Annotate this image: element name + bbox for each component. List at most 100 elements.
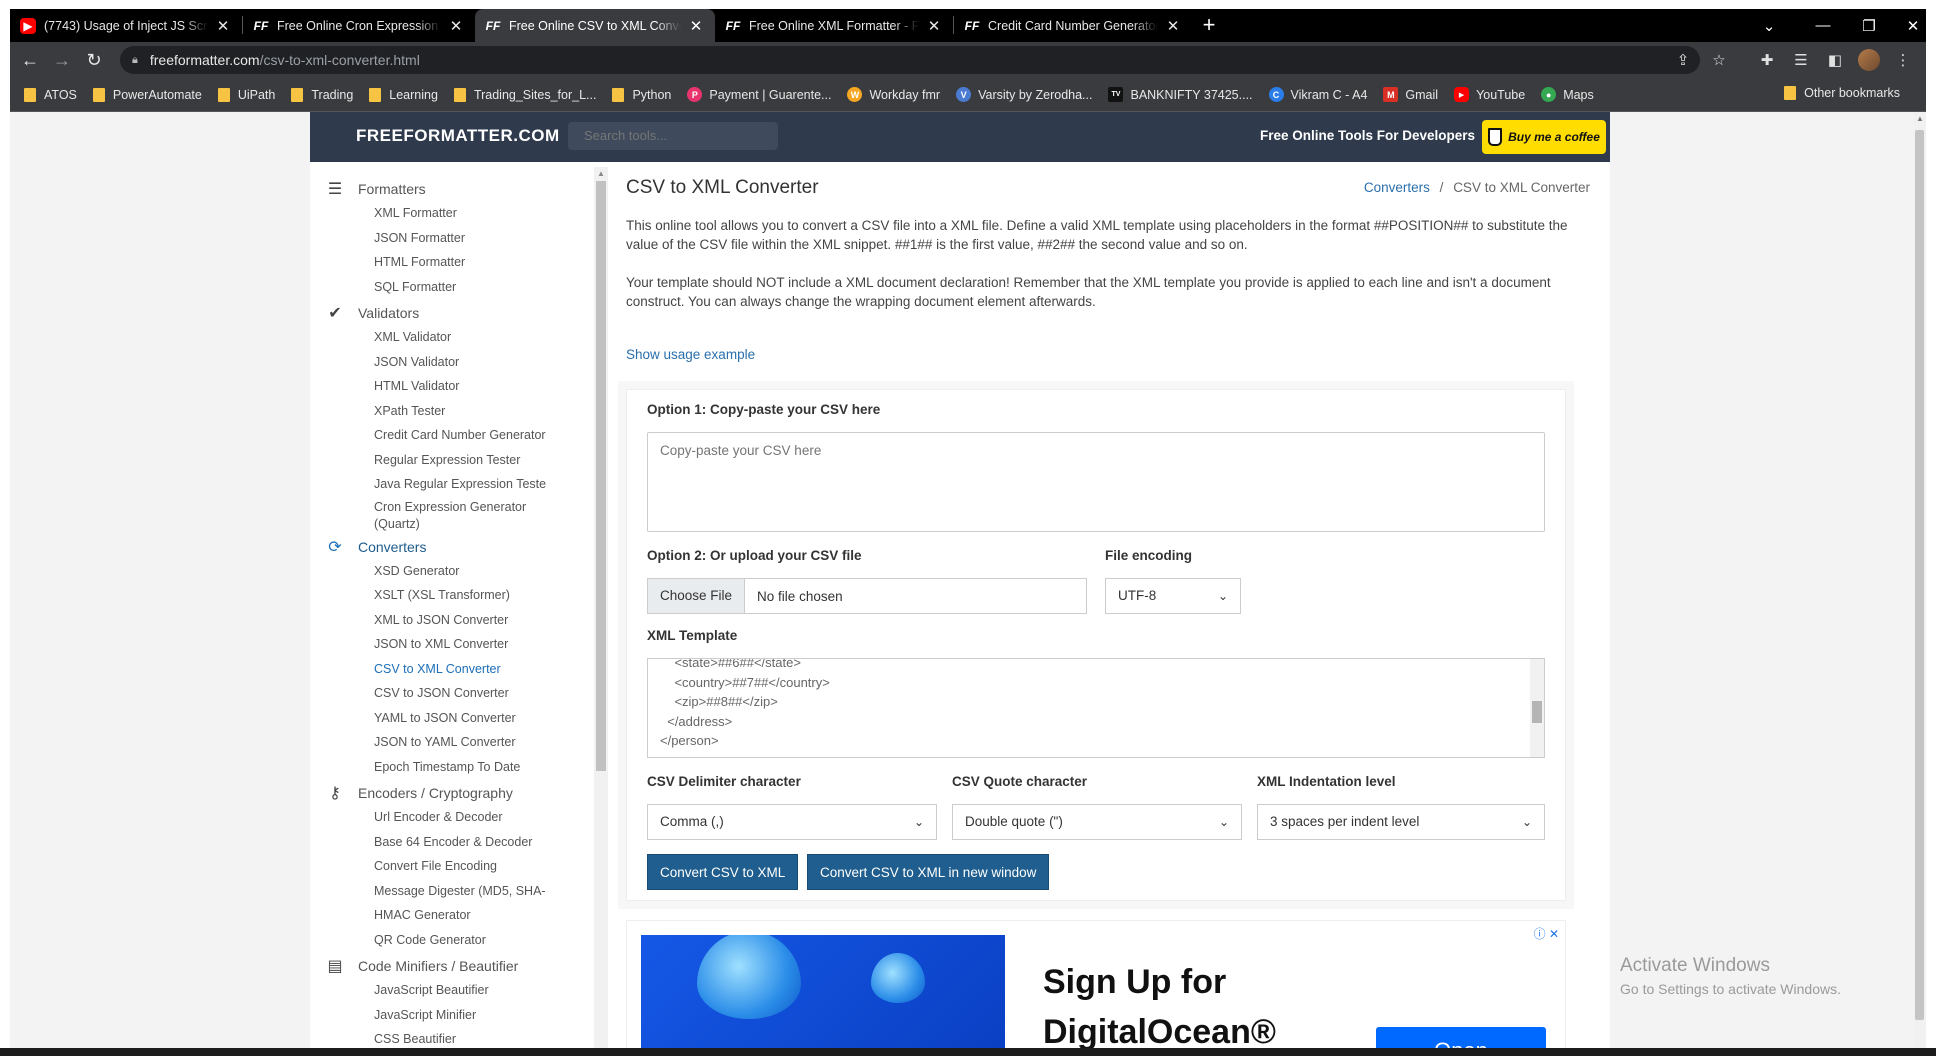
convert-new-window-button[interactable]: Convert CSV to XML in new window [807,854,1050,890]
convert-button[interactable]: Convert CSV to XML [647,854,799,890]
bookmark-site[interactable]: ▶ YouTube [1454,87,1525,102]
sidebar-category-formatters[interactable]: ☰ Formatters [324,177,546,201]
sidebar-item[interactable]: XML Formatter [324,201,546,226]
browser-tab[interactable]: ▶ (7743) Usage of Inject JS Script in ✕ [10,9,242,42]
sidebar-category-encoders[interactable]: ⚷ Encoders / Cryptography [324,781,546,805]
template-scrollbar[interactable] [1530,659,1544,757]
sidebar-item[interactable]: Convert File Encoding [324,854,546,879]
restore-button[interactable]: ❐ [1846,9,1892,42]
sidebar-item[interactable]: JSON Formatter [324,226,546,251]
file-upload[interactable]: Choose File No file chosen [647,578,1087,614]
breadcrumb-link[interactable]: Converters [1364,180,1430,195]
bookmark-site[interactable]: P Payment | Guarente... [687,87,831,102]
buy-me-coffee-button[interactable]: Buy me a coffee [1482,120,1606,154]
address-bar[interactable]: 🔒︎ freeformatter.com/csv-to-xml-converte… [120,46,1700,74]
share-icon[interactable]: ⇪ [1668,45,1698,75]
bookmark-folder[interactable]: Trading [291,87,353,102]
sidebar-item[interactable]: XSD Generator [324,559,546,584]
side-panel-icon[interactable]: ◧ [1820,45,1850,75]
search-input[interactable] [568,122,778,150]
close-tab-icon[interactable]: ✕ [1164,17,1182,35]
sidebar-item[interactable]: Url Encoder & Decoder [324,805,546,830]
xml-template-input[interactable]: <state>##6##</state> <country>##7##</cou… [647,658,1545,758]
csv-input[interactable] [647,432,1545,532]
sidebar-item[interactable]: YAML to JSON Converter [324,706,546,731]
back-icon[interactable]: ← [14,44,46,76]
bookmark-site[interactable]: ● Maps [1541,87,1594,102]
menu-kebab-icon[interactable]: ⋮ [1888,45,1918,75]
sidebar-item[interactable]: JSON Validator [324,350,546,375]
sidebar-item[interactable]: Message Digester (MD5, SHA-25... [324,879,546,904]
profile-avatar[interactable] [1854,45,1884,75]
show-usage-link[interactable]: Show usage example [626,347,755,362]
bookmark-site[interactable]: W Workday fmr [847,87,940,102]
bookmark-folder[interactable]: Python [612,87,671,102]
sidebar-item[interactable]: Cron Expression Generator (Quartz) [324,497,546,533]
ad-close-icon[interactable]: ⓘ ✕ [1534,925,1559,942]
sidebar-item[interactable]: Java Regular Expression Tester [324,472,546,497]
close-tab-icon[interactable]: ✕ [214,17,232,35]
browser-tab-active[interactable]: FF Free Online CSV to XML Converte ✕ [475,9,715,42]
sidebar-item[interactable]: QR Code Generator [324,928,546,953]
sidebar-item[interactable]: Epoch Timestamp To Date [324,755,546,780]
close-tab-icon[interactable]: ✕ [687,17,705,35]
site-tagline[interactable]: Free Online Tools For Developers [1260,128,1475,143]
sidebar-scrollbar[interactable]: ▲ [594,167,608,1056]
sidebar-item[interactable]: JavaScript Beautifier [324,978,546,1003]
scroll-up-icon[interactable]: ▲ [597,169,605,178]
forward-icon[interactable]: → [46,44,78,76]
bookmark-site[interactable]: M Gmail [1383,87,1438,102]
sidebar-item[interactable]: CSV to JSON Converter [324,681,546,706]
sidebar-category-converters[interactable]: ⟳ Converters [324,535,546,559]
reload-icon[interactable]: ↻ [78,44,110,76]
sidebar-item[interactable]: Regular Expression Tester [324,448,546,473]
site-logo[interactable]: FREEFORMATTER.COM [356,126,560,146]
scroll-thumb[interactable] [1915,130,1924,1020]
close-tab-icon[interactable]: ✕ [447,17,465,35]
sidebar-item-active[interactable]: CSV to XML Converter [324,657,546,682]
minimize-button[interactable]: — [1800,9,1846,42]
bookmark-folder[interactable]: Trading_Sites_for_L... [453,87,596,102]
new-tab-button[interactable]: + [1192,9,1226,42]
other-bookmarks[interactable]: Other bookmarks [1784,86,1900,100]
sidebar-item[interactable]: XPath Tester [324,399,546,424]
sidebar-item[interactable]: Base 64 Encoder & Decoder [324,830,546,855]
bookmark-site[interactable]: C Vikram C - A4 [1268,87,1367,102]
browser-tab[interactable]: FF Credit Card Number Generator & ✕ [954,9,1192,42]
extensions-icon[interactable]: ✚ [1752,45,1782,75]
bookmark-folder[interactable]: Learning [369,87,438,102]
sidebar-item[interactable]: JavaScript Minifier [324,1003,546,1028]
scroll-thumb[interactable] [1532,701,1542,723]
sidebar-item[interactable]: XSLT (XSL Transformer) [324,583,546,608]
reading-list-icon[interactable]: ☰ [1786,45,1816,75]
delimiter-select[interactable]: Comma (,) ⌄ [647,804,937,840]
quote-select[interactable]: Double quote (") ⌄ [952,804,1242,840]
indent-select[interactable]: 3 spaces per indent level ⌄ [1257,804,1545,840]
bookmark-folder[interactable]: UiPath [217,87,275,102]
browser-tab[interactable]: FF Free Online XML Formatter - Free ✕ [715,9,953,42]
sidebar-item[interactable]: Credit Card Number Generator ... [324,423,546,448]
bookmark-site[interactable]: TV BANKNIFTY 37425.... [1108,87,1253,102]
scroll-thumb[interactable] [596,181,606,771]
bookmark-folder[interactable]: PowerAutomate [92,87,202,102]
tab-search-icon[interactable]: ⌄ [1746,9,1792,42]
sidebar-item[interactable]: SQL Formatter [324,275,546,300]
sidebar-item[interactable]: XML Validator [324,325,546,350]
close-window-button[interactable]: ✕ [1890,9,1936,42]
scroll-up-icon[interactable]: ▲ [1916,114,1924,123]
sidebar-category-minifiers[interactable]: ▤ Code Minifiers / Beautifier [324,954,546,978]
sidebar-item[interactable]: JSON to XML Converter [324,632,546,657]
bookmark-site[interactable]: V Varsity by Zerodha... [956,87,1092,102]
bookmark-star-icon[interactable]: ☆ [1704,45,1734,75]
sidebar-item[interactable]: HTML Validator [324,374,546,399]
bookmark-folder[interactable]: ATOS [24,87,77,102]
sidebar-item[interactable]: JSON to YAML Converter [324,730,546,755]
sidebar-category-validators[interactable]: ✔ Validators [324,301,546,325]
browser-tab[interactable]: FF Free Online Cron Expression Gen ✕ [243,9,475,42]
choose-file-button[interactable]: Choose File [648,579,746,613]
sidebar-item[interactable]: HMAC Generator [324,903,546,928]
page-scrollbar[interactable]: ▲ [1914,112,1926,1056]
sidebar-item[interactable]: XML to JSON Converter [324,608,546,633]
sidebar-item[interactable]: HTML Formatter [324,250,546,275]
encoding-select[interactable]: UTF-8 ⌄ [1105,578,1241,614]
